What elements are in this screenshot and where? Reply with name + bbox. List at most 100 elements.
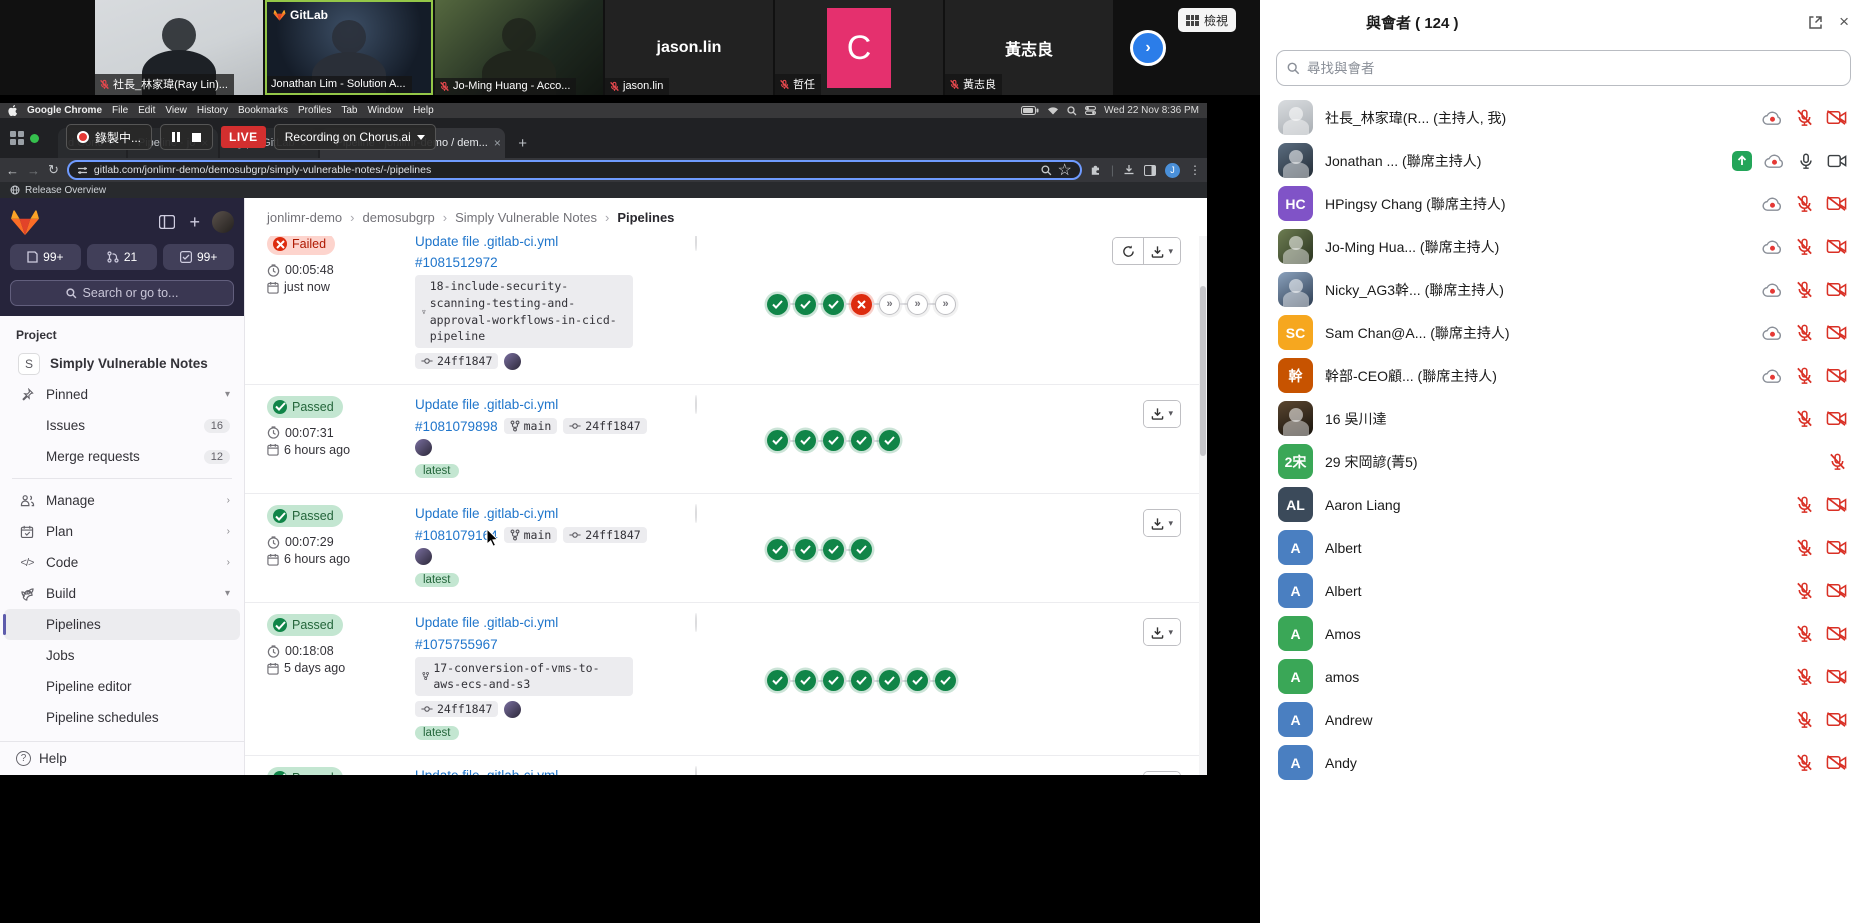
- video-tile[interactable]: C哲任: [775, 0, 943, 95]
- pipeline-title-link[interactable]: Update file .gitlab-ci.yml: [415, 236, 558, 249]
- video-tile[interactable]: 黃志良黃志良: [945, 0, 1113, 95]
- author-avatar[interactable]: [695, 504, 697, 523]
- stage-passed-icon[interactable]: [907, 670, 928, 691]
- video-tile[interactable]: jason.linjason.lin: [605, 0, 773, 95]
- gitlab-logo-icon[interactable]: [10, 208, 40, 236]
- merge-requests-count-pill[interactable]: 21: [87, 244, 158, 270]
- extension-icon[interactable]: [1090, 164, 1102, 176]
- commit-sha-chip[interactable]: 24ff1847: [563, 418, 646, 434]
- stage-skipped-icon[interactable]: »: [879, 294, 900, 315]
- video-tile[interactable]: GitLabJonathan Lim - Solution A...: [265, 0, 433, 95]
- breadcrumb-item[interactable]: Simply Vulnerable Notes: [455, 210, 597, 225]
- menu-app-name[interactable]: Google Chrome: [27, 105, 102, 116]
- stop-icon[interactable]: [191, 132, 202, 143]
- menu-profiles[interactable]: Profiles: [298, 105, 331, 116]
- breadcrumb-item[interactable]: jonlimr-demo: [267, 210, 342, 225]
- committer-avatar[interactable]: [504, 353, 521, 370]
- commit-sha-chip[interactable]: 24ff1847: [563, 527, 646, 543]
- participant-row[interactable]: Jo-Ming Hua... (聯席主持人): [1260, 225, 1867, 268]
- stage-passed-icon[interactable]: [767, 294, 788, 315]
- menu-tab[interactable]: Tab: [341, 105, 357, 116]
- stage-skipped-icon[interactable]: »: [907, 294, 928, 315]
- pipeline-id-link[interactable]: #1081512972: [415, 255, 498, 270]
- breadcrumb-item[interactable]: Pipelines: [617, 210, 674, 225]
- stage-passed-icon[interactable]: [851, 430, 872, 451]
- stage-passed-icon[interactable]: [795, 539, 816, 560]
- chorus-recording-pill[interactable]: Recording on Chorus.ai: [274, 124, 436, 150]
- gitlab-search[interactable]: Search or go to...: [10, 280, 234, 306]
- sidebar-item-plan[interactable]: Plan ›: [4, 516, 240, 547]
- new-tab-button[interactable]: +: [511, 131, 535, 155]
- menu-edit[interactable]: Edit: [138, 105, 155, 116]
- sidebar-item-test-cases[interactable]: Test cases: [4, 733, 240, 741]
- author-avatar[interactable]: [695, 613, 697, 632]
- stage-passed-icon[interactable]: [795, 430, 816, 451]
- sidebar-item-build[interactable]: Build ▾: [4, 578, 240, 609]
- participant-row[interactable]: SC Sam Chan@A... (聯席主持人): [1260, 311, 1867, 354]
- download-artifacts-button[interactable]: ▾: [1144, 619, 1180, 645]
- participant-row[interactable]: A Amos: [1260, 612, 1867, 655]
- stage-passed-icon[interactable]: [879, 670, 900, 691]
- page-scrollbar[interactable]: [1199, 236, 1207, 775]
- pause-icon[interactable]: [171, 131, 181, 143]
- author-avatar[interactable]: [695, 236, 697, 251]
- bookmark-star-icon[interactable]: ☆: [1058, 160, 1072, 180]
- stage-skipped-icon[interactable]: »: [935, 294, 956, 315]
- next-videos-button[interactable]: ›: [1130, 30, 1166, 66]
- sidebar-item-issues[interactable]: Issues16: [4, 410, 240, 441]
- stage-passed-icon[interactable]: [767, 670, 788, 691]
- stage-passed-icon[interactable]: [823, 294, 844, 315]
- chrome-profile-avatar[interactable]: J: [1165, 163, 1180, 178]
- sidebar-item-pinned[interactable]: Pinned▾: [4, 379, 240, 410]
- pop-out-icon[interactable]: [1808, 15, 1823, 30]
- participant-row[interactable]: 社長_林家瑋(R... (主持人, 我): [1260, 96, 1867, 139]
- search-icon[interactable]: [1067, 106, 1077, 116]
- downloads-icon[interactable]: [1123, 164, 1135, 176]
- video-tile[interactable]: Jo-Ming Huang - Acco...: [435, 0, 603, 95]
- commit-sha-chip[interactable]: 24ff1847: [415, 701, 498, 717]
- sidebar-item-pipeline-editor[interactable]: Pipeline editor: [4, 671, 240, 702]
- sidebar-item-project[interactable]: S Simply Vulnerable Notes: [4, 348, 240, 379]
- author-avatar[interactable]: [695, 766, 697, 775]
- stage-passed-icon[interactable]: [851, 670, 872, 691]
- sidebar-item-pipelines[interactable]: Pipelines: [4, 609, 240, 640]
- pipeline-status-badge[interactable]: Passed: [267, 767, 343, 775]
- back-button[interactable]: ←: [6, 163, 19, 178]
- user-avatar[interactable]: [212, 211, 234, 233]
- ref-chip[interactable]: main: [504, 418, 558, 434]
- stage-passed-icon[interactable]: [823, 670, 844, 691]
- participant-row[interactable]: 16 吳川達: [1260, 397, 1867, 440]
- menu-window[interactable]: Window: [368, 105, 404, 116]
- stage-failed-icon[interactable]: [851, 294, 872, 315]
- stage-passed-icon[interactable]: [823, 539, 844, 560]
- committer-avatar[interactable]: [504, 701, 521, 718]
- participant-row[interactable]: A Andy: [1260, 741, 1867, 784]
- forward-button[interactable]: →: [27, 163, 40, 178]
- branch-chip[interactable]: 18-include-security-scanning-testing-and…: [415, 275, 633, 348]
- sidebar-toggle-icon[interactable]: [159, 215, 175, 229]
- pipeline-title-link[interactable]: Update file .gitlab-ci.yml: [415, 615, 558, 630]
- sidebar-item-manage[interactable]: Manage ›: [4, 485, 240, 516]
- commit-sha-chip[interactable]: 24ff1847: [415, 353, 498, 369]
- pipeline-status-badge[interactable]: Failed: [267, 236, 335, 255]
- participant-row[interactable]: A amos: [1260, 655, 1867, 698]
- window-controls[interactable]: [10, 131, 39, 145]
- committer-avatar[interactable]: [415, 439, 432, 456]
- pipeline-status-badge[interactable]: Passed: [267, 396, 343, 418]
- sidebar-item-code[interactable]: </> Code ›: [4, 547, 240, 578]
- participant-row[interactable]: 2宋 29 宋岡諺(菁5): [1260, 440, 1867, 483]
- sidebar-item-jobs[interactable]: Jobs: [4, 640, 240, 671]
- issues-count-pill[interactable]: 99+: [10, 244, 81, 270]
- branch-chip[interactable]: 17-conversion-of-vms-to-aws-ecs-and-s3: [415, 657, 633, 696]
- participant-row[interactable]: 幹 幹部-CEO顧... (聯席主持人): [1260, 354, 1867, 397]
- pipeline-status-badge[interactable]: Passed: [267, 614, 343, 636]
- stage-passed-icon[interactable]: [851, 539, 872, 560]
- ref-chip[interactable]: main: [504, 527, 558, 543]
- pipeline-id-link[interactable]: #1075755967: [415, 637, 498, 652]
- author-avatar[interactable]: [695, 395, 697, 414]
- participant-search[interactable]: [1276, 50, 1851, 86]
- stage-passed-icon[interactable]: [795, 294, 816, 315]
- participant-row[interactable]: A Albert: [1260, 569, 1867, 612]
- todos-count-pill[interactable]: 99+: [163, 244, 234, 270]
- participant-row[interactable]: A Albert: [1260, 526, 1867, 569]
